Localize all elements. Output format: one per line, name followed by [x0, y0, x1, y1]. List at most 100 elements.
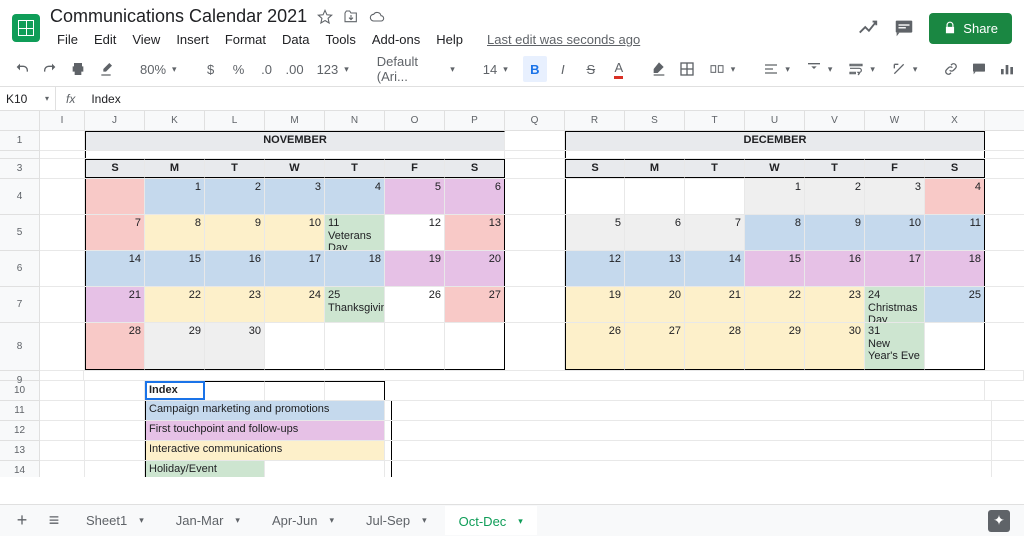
- col-w[interactable]: W: [865, 111, 925, 130]
- text-color-button[interactable]: A: [607, 56, 631, 82]
- dec-w5-t[interactable]: 28: [685, 323, 745, 370]
- tab-oct-dec[interactable]: Oct-Dec: [445, 506, 537, 535]
- nov-w3-w[interactable]: 17: [265, 251, 325, 286]
- nov-w4-s[interactable]: 21: [85, 287, 145, 322]
- nov-w3-s[interactable]: 14: [85, 251, 145, 286]
- add-sheet-button[interactable]: +: [8, 510, 36, 531]
- dec-w1-t[interactable]: [685, 179, 745, 214]
- dec-w4-f[interactable]: 24 Christmas Day: [865, 287, 925, 322]
- nov-w1-f[interactable]: 5: [385, 179, 445, 214]
- dec-w4-w[interactable]: 22: [745, 287, 805, 322]
- nov-w2-sa[interactable]: 13: [445, 215, 505, 250]
- nov-w2-m[interactable]: 8: [145, 215, 205, 250]
- col-n[interactable]: N: [325, 111, 385, 130]
- col-r[interactable]: R: [565, 111, 625, 130]
- row-3[interactable]: S M T W T F S S M T W T F S: [40, 159, 1024, 179]
- dec-w2-m[interactable]: 6: [625, 215, 685, 250]
- dec-w5-m[interactable]: 27: [625, 323, 685, 370]
- italic-button[interactable]: I: [551, 56, 575, 82]
- star-icon[interactable]: [317, 9, 333, 25]
- col-l[interactable]: L: [205, 111, 265, 130]
- decrease-decimal-button[interactable]: .0: [255, 56, 279, 82]
- dec-w4-sa[interactable]: 25: [925, 287, 985, 322]
- dec-w3-w[interactable]: 15: [745, 251, 805, 286]
- nov-w1-th[interactable]: 4: [325, 179, 385, 214]
- font-size-select[interactable]: 14: [477, 56, 507, 82]
- nov-w4-w[interactable]: 24: [265, 287, 325, 322]
- row-13[interactable]: Interactive communications: [40, 441, 1024, 461]
- paint-format-button[interactable]: [94, 56, 118, 82]
- row-8[interactable]: 28 29 30 26 27 28 29 30 31 New Year's Ev…: [40, 323, 1024, 371]
- row-headers[interactable]: 1 3 4 5 6 7 8 9 10111213141516171819: [0, 111, 40, 477]
- explore-button[interactable]: ✦: [988, 510, 1010, 532]
- dec-w2-sa[interactable]: 11: [925, 215, 985, 250]
- last-edit-link[interactable]: Last edit was seconds ago: [480, 29, 647, 50]
- dec-w5-f[interactable]: 31 New Year's Eve: [865, 323, 925, 370]
- doc-title[interactable]: Communications Calendar 2021: [50, 6, 307, 27]
- col-p[interactable]: P: [445, 111, 505, 130]
- tab-jul-sep[interactable]: Jul-Sep: [352, 507, 441, 534]
- nov-w4-th[interactable]: 25 Thanksgiving: [325, 287, 385, 322]
- dec-w4-th[interactable]: 23: [805, 287, 865, 322]
- menu-format[interactable]: Format: [218, 29, 273, 50]
- nov-w3-sa[interactable]: 20: [445, 251, 505, 286]
- bold-button[interactable]: B: [523, 56, 547, 82]
- menu-view[interactable]: View: [125, 29, 167, 50]
- dec-w4-m[interactable]: 20: [625, 287, 685, 322]
- row-14[interactable]: Holiday/Event: [40, 461, 1024, 477]
- menu-addons[interactable]: Add-ons: [365, 29, 427, 50]
- nov-w2-s[interactable]: 7: [85, 215, 145, 250]
- row-11[interactable]: Campaign marketing and promotions: [40, 401, 1024, 421]
- activity-icon[interactable]: [857, 17, 879, 39]
- dec-w1-s[interactable]: [565, 179, 625, 214]
- legend-item-2[interactable]: First touchpoint and follow-ups: [145, 421, 385, 440]
- print-button[interactable]: [66, 56, 90, 82]
- legend-title[interactable]: Index: [145, 381, 205, 400]
- dec-w1-w[interactable]: 1: [745, 179, 805, 214]
- dec-w3-s[interactable]: 12: [565, 251, 625, 286]
- dec-w5-w[interactable]: 29: [745, 323, 805, 370]
- dec-w4-t[interactable]: 21: [685, 287, 745, 322]
- col-k[interactable]: K: [145, 111, 205, 130]
- nov-w5-sa[interactable]: [445, 323, 505, 370]
- borders-button[interactable]: [675, 56, 699, 82]
- nov-w5-w[interactable]: [265, 323, 325, 370]
- spreadsheet-grid[interactable]: 1 3 4 5 6 7 8 9 10111213141516171819 I J…: [0, 111, 1024, 477]
- row-9[interactable]: [40, 371, 1024, 381]
- nov-w4-sa[interactable]: 27: [445, 287, 505, 322]
- menu-data[interactable]: Data: [275, 29, 316, 50]
- row-4[interactable]: 1 2 3 4 5 6 1 2 3 4: [40, 179, 1024, 215]
- nov-w5-t[interactable]: 30: [205, 323, 265, 370]
- nov-w4-f[interactable]: 26: [385, 287, 445, 322]
- menu-edit[interactable]: Edit: [87, 29, 123, 50]
- move-icon[interactable]: [343, 9, 359, 25]
- row-2[interactable]: [40, 151, 1024, 159]
- dec-w1-th[interactable]: 2: [805, 179, 865, 214]
- redo-button[interactable]: [38, 56, 62, 82]
- column-headers[interactable]: I J K L M N O P Q R S T U V W X: [40, 111, 1024, 131]
- row-5[interactable]: 7 8 9 10 11 Veterans Day 12 13 5 6 7 8 9…: [40, 215, 1024, 251]
- menu-insert[interactable]: Insert: [169, 29, 216, 50]
- zoom-select[interactable]: 80%: [134, 56, 183, 82]
- fill-color-button[interactable]: [647, 56, 671, 82]
- merge-select[interactable]: [703, 56, 742, 82]
- chart-button[interactable]: [995, 56, 1019, 82]
- legend-item-3[interactable]: Interactive communications: [145, 441, 385, 460]
- row-12[interactable]: First touchpoint and follow-ups: [40, 421, 1024, 441]
- dec-w3-f[interactable]: 17: [865, 251, 925, 286]
- link-button[interactable]: [939, 56, 963, 82]
- dec-w5-th[interactable]: 30: [805, 323, 865, 370]
- row-7[interactable]: 21 22 23 24 25 Thanksgiving 26 27 19 20 …: [40, 287, 1024, 323]
- dec-w2-th[interactable]: 9: [805, 215, 865, 250]
- nov-w2-t[interactable]: 9: [205, 215, 265, 250]
- menu-file[interactable]: File: [50, 29, 85, 50]
- format-more-select[interactable]: 123: [311, 56, 355, 82]
- nov-w3-th[interactable]: 18: [325, 251, 385, 286]
- name-box[interactable]: K10: [0, 87, 56, 110]
- col-s[interactable]: S: [625, 111, 685, 130]
- dec-w4-s[interactable]: 19: [565, 287, 625, 322]
- row-10[interactable]: Index: [40, 381, 1024, 401]
- tab-jan-mar[interactable]: Jan-Mar: [162, 507, 254, 534]
- col-o[interactable]: O: [385, 111, 445, 130]
- increase-decimal-button[interactable]: .00: [283, 56, 307, 82]
